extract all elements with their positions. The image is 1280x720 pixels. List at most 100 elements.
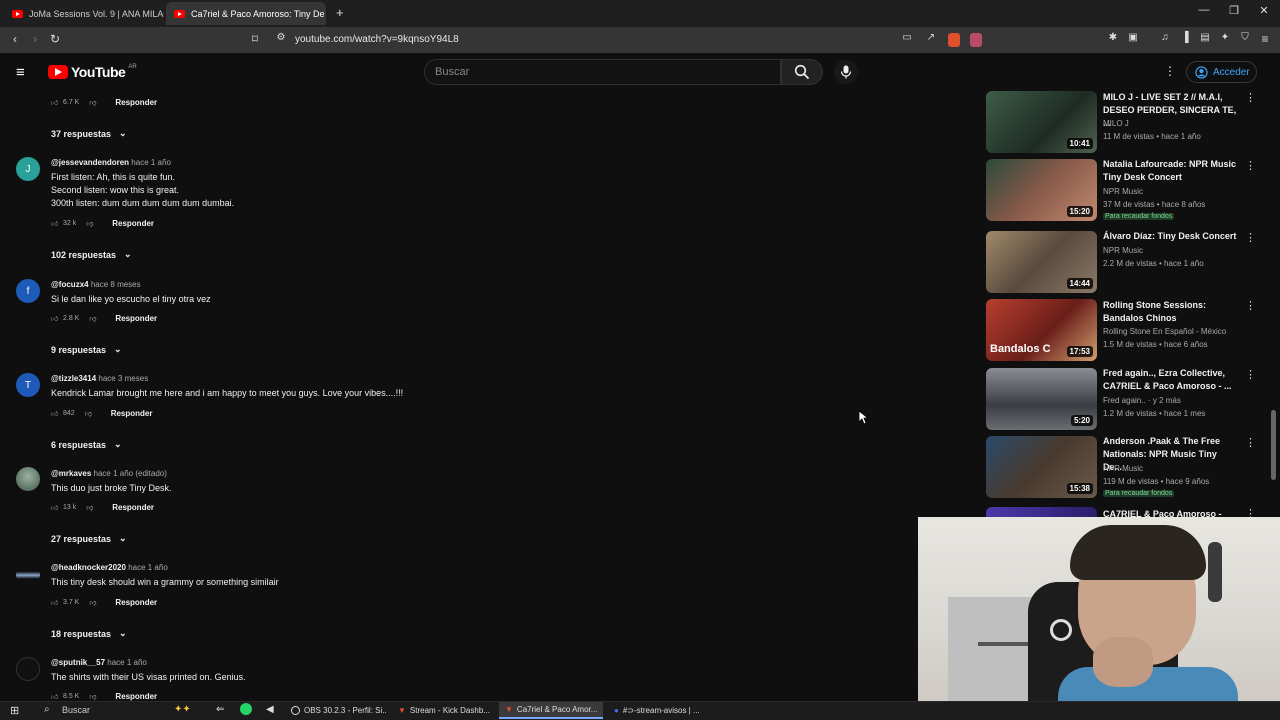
- media-icon[interactable]: ♫: [1158, 32, 1172, 43]
- replies-toggle[interactable]: 37 respuestas ⌄: [51, 128, 127, 139]
- video-title[interactable]: Álvaro Díaz: Tiny Desk Concert: [1103, 230, 1238, 243]
- replies-toggle[interactable]: 27 respuestas ⌄: [51, 533, 127, 544]
- sidebar-icon[interactable]: ▐: [1178, 32, 1192, 43]
- wallet-icon[interactable]: ▣: [1126, 32, 1140, 43]
- thumb-down-icon[interactable]: 👎︎: [89, 692, 101, 701]
- taskbar-app-kick[interactable]: ▼ Stream - Kick Dashb...: [392, 702, 494, 719]
- taskbar-app-obs[interactable]: OBS 30.2.3 - Perfil: Si...: [285, 702, 387, 719]
- more-vert-icon[interactable]: ⋮: [1245, 91, 1256, 104]
- replies-toggle[interactable]: 9 respuestas ⌄: [51, 344, 122, 355]
- video-thumbnail[interactable]: [986, 507, 1097, 517]
- comment-author[interactable]: @tizzle3414 hace 3 meses: [51, 374, 148, 383]
- search-icon[interactable]: ⌕: [44, 704, 50, 715]
- video-thumbnail[interactable]: 15:20: [986, 159, 1097, 221]
- thumb-up-icon[interactable]: 👍︎: [51, 219, 63, 228]
- menu-icon[interactable]: ≡: [1258, 32, 1272, 46]
- scrollbar-thumb[interactable]: [1271, 410, 1276, 480]
- video-title[interactable]: Rolling Stone Sessions: Bandalos Chinos: [1103, 299, 1238, 325]
- thumb-up-icon[interactable]: 👍︎: [51, 598, 63, 607]
- maximize-icon[interactable]: ❐: [1226, 4, 1242, 17]
- more-vert-icon[interactable]: ⋮: [1245, 368, 1256, 381]
- video-title[interactable]: Fred again.., Ezra Collective, CA7RIEL &…: [1103, 367, 1238, 393]
- video-thumbnail[interactable]: Bandalos C 17:53: [986, 299, 1097, 361]
- browser-tab-joma[interactable]: JoMa Sessions Vol. 9 | ANA MILAGRO: [4, 2, 164, 25]
- avatar[interactable]: [16, 467, 40, 491]
- minimize-icon[interactable]: —: [1196, 4, 1212, 16]
- avatar[interactable]: [16, 657, 40, 681]
- video-title[interactable]: Natalia Lafourcade: NPR Music Tiny Desk …: [1103, 158, 1238, 184]
- voice-search-button[interactable]: [834, 60, 858, 84]
- thumb-down-icon[interactable]: 👎︎: [85, 409, 97, 418]
- app-icon[interactable]: ⇐: [216, 704, 224, 715]
- more-vert-icon[interactable]: ⋮: [1245, 299, 1256, 312]
- channel-name[interactable]: Fred again.. · y 2 más: [1103, 396, 1181, 405]
- sign-in-button[interactable]: Acceder: [1186, 61, 1257, 83]
- comment-author[interactable]: @jessevandendoren hace 1 año: [51, 158, 171, 167]
- youtube-logo[interactable]: YouTube AR: [48, 64, 137, 80]
- reply-button[interactable]: Responder: [112, 503, 154, 512]
- vpn-icon[interactable]: ⛉: [1238, 32, 1252, 43]
- thumb-down-icon[interactable]: 👎︎: [86, 503, 98, 512]
- brave-shield-icon[interactable]: [948, 33, 960, 47]
- comment-author[interactable]: @headknocker2020 hace 1 año: [51, 563, 168, 572]
- thumb-down-icon[interactable]: 👎︎: [89, 314, 101, 323]
- avatar[interactable]: J: [16, 157, 40, 181]
- more-vert-icon[interactable]: ⋮: [1245, 159, 1256, 172]
- url-field[interactable]: youtube.com/watch?v=9kqnsoY94L8: [270, 31, 890, 49]
- reply-button[interactable]: Responder: [112, 219, 154, 228]
- search-input[interactable]: Buscar: [424, 59, 781, 85]
- more-vert-icon[interactable]: ⋮: [1245, 436, 1256, 449]
- audio-icon[interactable]: ◀: [266, 704, 274, 715]
- video-title[interactable]: CA7RIEL & Paco Amoroso -: [1103, 508, 1238, 517]
- replies-toggle[interactable]: 6 respuestas ⌄: [51, 439, 122, 450]
- rec-item[interactable]: 10:41 MILO J - LIVE SET 2 // M.A.I, DESE…: [986, 91, 1266, 155]
- tab-icon[interactable]: ▤: [1198, 32, 1212, 43]
- thumb-up-icon[interactable]: 👍︎: [51, 503, 63, 512]
- extensions-icon[interactable]: ✱: [1106, 32, 1120, 43]
- menu-icon[interactable]: ≡: [16, 64, 25, 81]
- forward-icon[interactable]: ›: [28, 32, 42, 46]
- thumb-down-icon[interactable]: 👎︎: [86, 219, 98, 228]
- reply-button[interactable]: Responder: [111, 409, 153, 418]
- rec-item[interactable]: 14:44 Álvaro Díaz: Tiny Desk Concert NPR…: [986, 231, 1266, 295]
- comment-author[interactable]: @mrkaves hace 1 año (editado): [51, 469, 167, 478]
- channel-name[interactable]: NPR Music: [1103, 187, 1143, 196]
- rec-item[interactable]: 15:38 Anderson .Paak & The Free National…: [986, 436, 1266, 500]
- avatar[interactable]: T: [16, 373, 40, 397]
- taskbar-app-discord[interactable]: ● #⊃-stream-avisos | ...: [608, 702, 710, 719]
- share-icon[interactable]: ↗: [924, 32, 938, 43]
- taskbar-app-youtube[interactable]: ▼ Ca7riel & Paco Amor...: [499, 702, 603, 719]
- reply-button[interactable]: Responder: [115, 598, 157, 607]
- cast-icon[interactable]: ▭: [900, 32, 914, 43]
- rec-item[interactable]: 5:20 Fred again.., Ezra Collective, CA7R…: [986, 368, 1266, 432]
- taskbar-search[interactable]: Buscar: [62, 705, 90, 715]
- browser-tab-ca7riel[interactable]: Ca7riel & Paco Amoroso: Tiny De ✕: [166, 2, 326, 25]
- more-vert-icon[interactable]: ⋮: [1245, 507, 1256, 517]
- thumb-down-icon[interactable]: 👎︎: [89, 598, 101, 607]
- close-window-icon[interactable]: ✕: [1256, 4, 1272, 17]
- comment-author[interactable]: @sputnik__57 hace 1 año: [51, 658, 147, 667]
- replies-toggle[interactable]: 18 respuestas ⌄: [51, 628, 127, 639]
- rec-item[interactable]: Bandalos C 17:53 Rolling Stone Sessions:…: [986, 299, 1266, 363]
- video-thumbnail[interactable]: 10:41: [986, 91, 1097, 153]
- leo-icon[interactable]: ✦: [1218, 32, 1232, 43]
- replies-toggle[interactable]: 102 respuestas ⌄: [51, 249, 132, 260]
- comment-author[interactable]: @focuzx4 hace 8 meses: [51, 280, 141, 289]
- channel-name[interactable]: NPR Music: [1103, 464, 1143, 473]
- whatsapp-icon[interactable]: [240, 703, 252, 715]
- thumb-up-icon[interactable]: 👍︎: [51, 692, 63, 701]
- back-icon[interactable]: ‹: [8, 32, 22, 46]
- thumb-up-icon[interactable]: 👍︎: [51, 314, 63, 323]
- brave-rewards-icon[interactable]: [970, 33, 982, 47]
- video-thumbnail[interactable]: 14:44: [986, 231, 1097, 293]
- channel-name[interactable]: MILO J: [1103, 119, 1129, 128]
- widgets-icon[interactable]: ✦✦: [174, 704, 191, 715]
- reply-button[interactable]: Responder: [115, 314, 157, 323]
- rec-item[interactable]: 15:20 Natalia Lafourcade: NPR Music Tiny…: [986, 159, 1266, 223]
- reply-button[interactable]: Responder: [115, 692, 157, 701]
- thumb-up-icon[interactable]: 👍︎: [51, 409, 63, 418]
- avatar[interactable]: f: [16, 279, 40, 303]
- reply-button[interactable]: Responder: [115, 98, 157, 107]
- search-button[interactable]: [781, 59, 823, 85]
- bookmark-icon[interactable]: ⌑: [248, 32, 262, 46]
